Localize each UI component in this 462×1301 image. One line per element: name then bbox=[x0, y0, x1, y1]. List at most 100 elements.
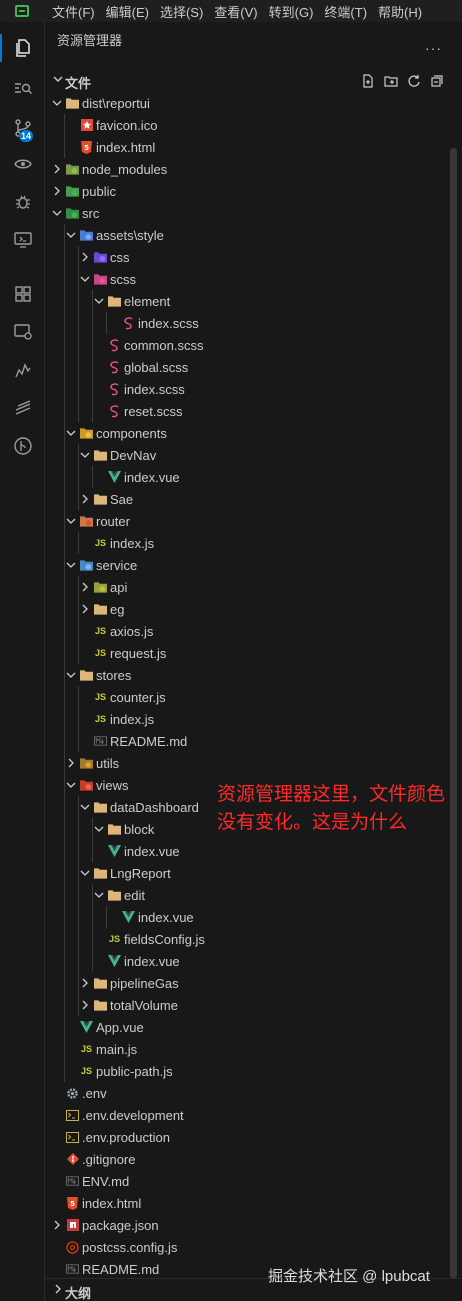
tree-file-row[interactable]: ENV.md bbox=[45, 1170, 462, 1192]
tree-folder-row[interactable]: package.json bbox=[45, 1214, 462, 1236]
tree-folder-row[interactable]: dist\reportui bbox=[45, 92, 462, 114]
tree-folder-row[interactable]: stores bbox=[45, 664, 462, 686]
chevron-right-icon[interactable] bbox=[79, 493, 91, 505]
menu-edit[interactable]: 编辑(E) bbox=[106, 2, 149, 21]
tree-file-row[interactable]: favicon.ico bbox=[45, 114, 462, 136]
tree-file-row[interactable]: global.scss bbox=[45, 356, 462, 378]
source-control-icon[interactable]: 14 bbox=[0, 110, 45, 146]
tree-file-row[interactable]: JS index.js bbox=[45, 708, 462, 730]
tree-folder-row[interactable]: css bbox=[45, 246, 462, 268]
tree-file-row[interactable]: JS fieldsConfig.js bbox=[45, 928, 462, 950]
tree-file-row[interactable]: JS request.js bbox=[45, 642, 462, 664]
menu-file[interactable]: 文件(F) bbox=[52, 2, 95, 21]
menu-view[interactable]: 查看(V) bbox=[214, 2, 257, 21]
chevron-down-icon[interactable] bbox=[65, 779, 77, 791]
collapse-all-icon[interactable] bbox=[429, 73, 445, 89]
new-folder-icon[interactable] bbox=[383, 73, 399, 89]
chevron-down-icon[interactable] bbox=[79, 867, 91, 879]
chevron-right-icon[interactable] bbox=[79, 977, 91, 989]
extensions-icon[interactable] bbox=[0, 276, 45, 312]
tree-file-row[interactable]: common.scss bbox=[45, 334, 462, 356]
tree-file-row[interactable]: README.md bbox=[45, 730, 462, 752]
tree-file-row[interactable]: reset.scss bbox=[45, 400, 462, 422]
chevron-down-icon[interactable] bbox=[65, 559, 77, 571]
tree-folder-row[interactable]: scss bbox=[45, 268, 462, 290]
tree-file-row[interactable]: postcss.config.js bbox=[45, 1236, 462, 1258]
tree-folder-row[interactable]: edit bbox=[45, 884, 462, 906]
remote-explorer-icon[interactable] bbox=[0, 222, 45, 258]
chevron-right-icon[interactable] bbox=[51, 1219, 63, 1231]
tree-folder-row[interactable]: totalVolume bbox=[45, 994, 462, 1016]
tree-file-row[interactable]: JS axios.js bbox=[45, 620, 462, 642]
tree-file-row[interactable]: index.scss bbox=[45, 378, 462, 400]
chevron-down-icon[interactable] bbox=[93, 823, 105, 835]
tree-file-row[interactable]: JS counter.js bbox=[45, 686, 462, 708]
tree-file-row[interactable]: index.vue bbox=[45, 466, 462, 488]
menu-selection[interactable]: 选择(S) bbox=[160, 2, 203, 21]
chevron-down-icon[interactable] bbox=[65, 669, 77, 681]
tree-file-row[interactable]: JS public-path.js bbox=[45, 1060, 462, 1082]
tree-folder-row[interactable]: src bbox=[45, 202, 462, 224]
chevron-down-icon[interactable] bbox=[79, 273, 91, 285]
chevron-down-icon[interactable] bbox=[93, 889, 105, 901]
chevron-down-icon[interactable] bbox=[51, 207, 63, 219]
chevron-down-icon[interactable] bbox=[79, 449, 91, 461]
tree-file-row[interactable]: JS main.js bbox=[45, 1038, 462, 1060]
tree-folder-row[interactable]: router bbox=[45, 510, 462, 532]
layers-icon[interactable] bbox=[0, 390, 45, 426]
tree-folder-row[interactable]: LngReport bbox=[45, 862, 462, 884]
tree-file-row[interactable]: index.scss bbox=[45, 312, 462, 334]
tree-folder-row[interactable]: DevNav bbox=[45, 444, 462, 466]
chart-icon[interactable] bbox=[0, 352, 45, 388]
tree-file-row[interactable]: .env bbox=[45, 1082, 462, 1104]
remote-window-icon[interactable] bbox=[0, 314, 45, 350]
chevron-right-icon[interactable] bbox=[79, 251, 91, 263]
chevron-down-icon[interactable] bbox=[79, 801, 91, 813]
tree-file-row[interactable]: .env.development bbox=[45, 1104, 462, 1126]
menu-terminal[interactable]: 终端(T) bbox=[324, 2, 367, 21]
search-icon[interactable] bbox=[0, 70, 45, 106]
files-section-header[interactable]: 文件 bbox=[45, 70, 462, 92]
menu-help[interactable]: 帮助(H) bbox=[378, 2, 422, 21]
tree-folder-row[interactable]: components bbox=[45, 422, 462, 444]
tree-folder-row[interactable]: eg bbox=[45, 598, 462, 620]
chevron-right-icon[interactable] bbox=[79, 581, 91, 593]
chevron-right-icon[interactable] bbox=[51, 185, 63, 197]
new-file-icon[interactable] bbox=[360, 73, 376, 89]
chevron-down-icon[interactable] bbox=[65, 515, 77, 527]
tree-file-row[interactable]: index.vue bbox=[45, 840, 462, 862]
menu-go[interactable]: 转到(G) bbox=[269, 2, 314, 21]
chevron-down-icon[interactable] bbox=[65, 229, 77, 241]
tree-file-row[interactable]: 5 index.html bbox=[45, 136, 462, 158]
tree-file-row[interactable]: index.vue bbox=[45, 950, 462, 972]
eye-icon[interactable] bbox=[0, 146, 45, 182]
tree-folder-row[interactable]: public bbox=[45, 180, 462, 202]
tree-folder-row[interactable]: utils bbox=[45, 752, 462, 774]
tree-file-row[interactable]: 5 index.html bbox=[45, 1192, 462, 1214]
tree-file-row[interactable]: JS index.js bbox=[45, 532, 462, 554]
tree-folder-row[interactable]: pipelineGas bbox=[45, 972, 462, 994]
tree-folder-row[interactable]: api bbox=[45, 576, 462, 598]
chevron-right-icon[interactable] bbox=[79, 999, 91, 1011]
tree-folder-row[interactable]: element bbox=[45, 290, 462, 312]
git-graph-icon[interactable] bbox=[0, 428, 45, 464]
tree-file-row[interactable]: .env.production bbox=[45, 1126, 462, 1148]
explorer-icon[interactable] bbox=[0, 30, 45, 66]
more-actions-icon[interactable]: ··· bbox=[425, 40, 442, 56]
tree-file-row[interactable]: index.vue bbox=[45, 906, 462, 928]
chevron-down-icon[interactable] bbox=[65, 427, 77, 439]
scrollbar-thumb[interactable] bbox=[450, 148, 457, 1278]
tree-folder-row[interactable]: service bbox=[45, 554, 462, 576]
refresh-icon[interactable] bbox=[406, 73, 422, 89]
chevron-down-icon[interactable] bbox=[51, 97, 63, 109]
tree-folder-row[interactable]: assets\style bbox=[45, 224, 462, 246]
chevron-right-icon[interactable] bbox=[65, 757, 77, 769]
tree-folder-row[interactable]: node_modules bbox=[45, 158, 462, 180]
chevron-right-icon[interactable] bbox=[51, 163, 63, 175]
tree-file-row[interactable]: .gitignore bbox=[45, 1148, 462, 1170]
chevron-right-icon[interactable] bbox=[79, 603, 91, 615]
debug-icon[interactable] bbox=[0, 184, 45, 220]
tree-folder-row[interactable]: Sae bbox=[45, 488, 462, 510]
tree-file-row[interactable]: App.vue bbox=[45, 1016, 462, 1038]
chevron-down-icon[interactable] bbox=[93, 295, 105, 307]
